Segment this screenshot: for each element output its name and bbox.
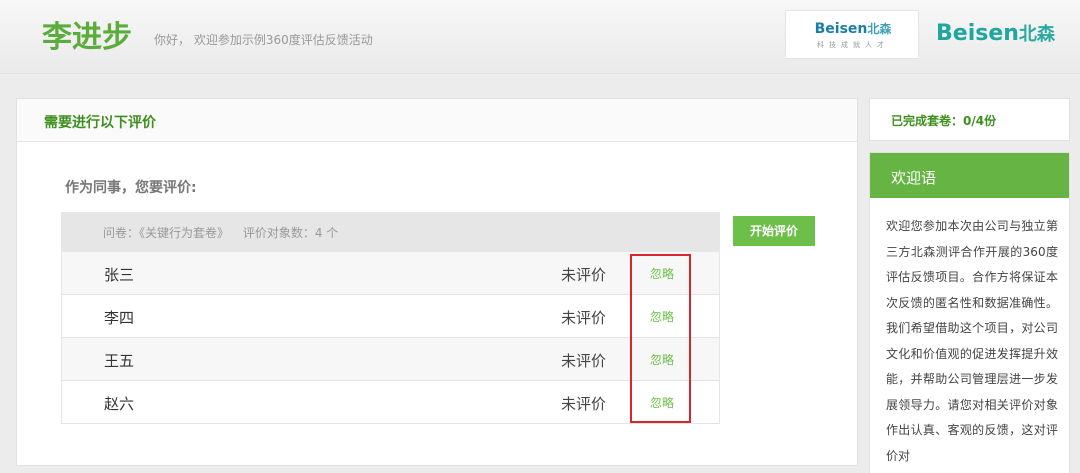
ignore-link[interactable]: 忽略	[650, 308, 674, 325]
beisen-logo-small: Beisen北森 科技成就人才	[785, 10, 919, 59]
evaluation-status: 未评价	[561, 352, 607, 370]
panel-header: 需要进行以下评价	[17, 99, 857, 142]
evaluatee-name: 王五	[104, 352, 135, 370]
logo-tagline: 科技成就人才	[817, 41, 889, 49]
welcome-panel: 欢迎语 欢迎您参加本次由公司与独立第三方北森测评合作开展的360度评估反馈项目。…	[869, 152, 1070, 473]
welcome-text: 欢迎您参加本次由公司与独立第三方北森测评合作开展的360度评估反馈项目。合作方将…	[886, 219, 1058, 463]
evaluation-status: 未评价	[561, 395, 607, 413]
table-row: 王五 未评价 忽略	[61, 338, 720, 381]
start-evaluation-button[interactable]: 开始评价	[733, 216, 815, 246]
header: 李进步 你好， 欢迎参加示例360度评估反馈活动 Beisen北森 科技成就人才…	[0, 0, 1080, 74]
evaluation-status: 未评价	[561, 309, 607, 327]
ignore-link[interactable]: 忽略	[650, 265, 674, 282]
ignore-link[interactable]: 忽略	[650, 394, 674, 411]
user-name: 李进步	[42, 20, 132, 55]
welcome-title: 欢迎语	[891, 169, 937, 187]
table-row: 赵六 未评价 忽略	[61, 381, 720, 424]
panel-title: 需要进行以下评价	[44, 115, 156, 131]
welcome-header: 欢迎语	[870, 153, 1069, 198]
evaluatee-list: 张三 未评价 忽略 李四 未评价 忽略 王五 未评价 忽略 赵六 未评价 忽略	[61, 252, 720, 424]
table-row: 张三 未评价 忽略	[61, 252, 720, 295]
logo-small-cn: 北森	[867, 22, 892, 36]
progress-text: 已完成套卷：0/4份	[891, 114, 997, 128]
table-row: 李四 未评价 忽略	[61, 295, 720, 338]
survey-name: 问卷：《关键行为套卷》	[103, 226, 230, 240]
evaluatee-name: 赵六	[104, 395, 135, 413]
survey-count: 评价对象数：4 个	[242, 226, 339, 240]
evaluatee-name: 张三	[104, 266, 135, 284]
ignore-link[interactable]: 忽略	[650, 351, 674, 368]
beisen-logo-large: Beisen北森	[936, 20, 1055, 46]
logo-small-en: Beisen	[814, 21, 868, 37]
survey-info-bar: 问卷：《关键行为套卷》 评价对象数：4 个	[61, 212, 720, 252]
greeting-text: 你好， 欢迎参加示例360度评估反馈活动	[154, 33, 373, 47]
logo-big-en: Beisen	[936, 21, 1019, 46]
progress-panel: 已完成套卷：0/4份	[869, 98, 1070, 141]
role-label: 作为同事，您要评价:	[65, 180, 197, 196]
evaluation-panel: 需要进行以下评价 作为同事，您要评价: 问卷：《关键行为套卷》 评价对象数：4 …	[16, 98, 858, 466]
evaluatee-name: 李四	[104, 309, 135, 327]
logo-big-cn: 北森	[1018, 24, 1055, 45]
evaluation-status: 未评价	[561, 266, 607, 284]
